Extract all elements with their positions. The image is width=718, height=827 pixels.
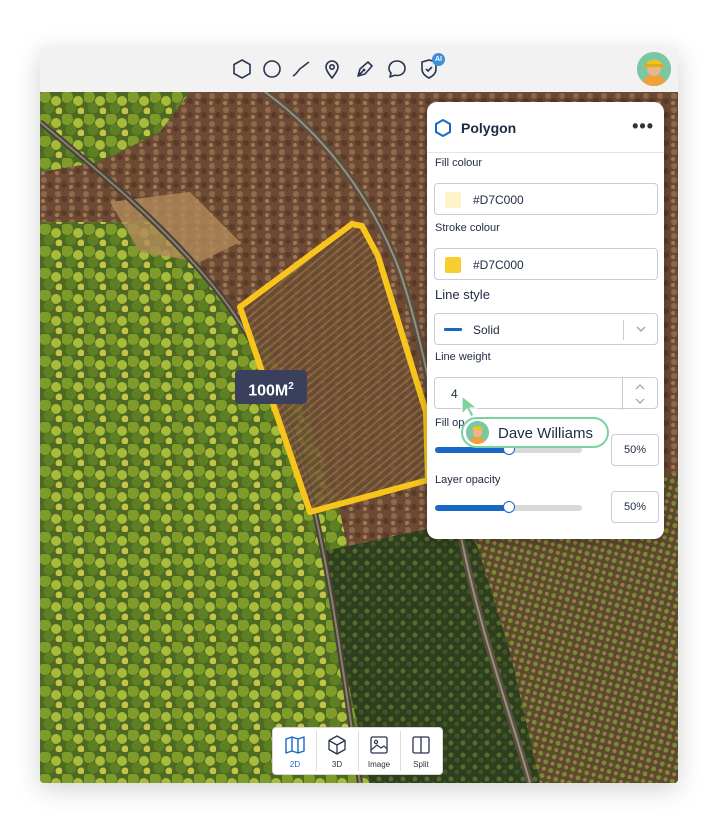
view-mode-split[interactable]: Split xyxy=(401,728,441,774)
hexagon-icon xyxy=(435,118,451,138)
select-divider xyxy=(623,320,624,340)
pen-icon[interactable] xyxy=(353,57,377,81)
fill-opacity-input[interactable]: 50% xyxy=(611,434,659,466)
hexagon-icon[interactable] xyxy=(230,57,254,81)
drawing-toolbar: AI xyxy=(40,47,678,93)
stroke-colour-input[interactable]: #D7C000 xyxy=(434,248,658,280)
line-weight-value: 4 xyxy=(451,387,458,401)
layer-opacity-label: Layer opacity xyxy=(435,474,501,486)
layer-opacity-slider-handle[interactable] xyxy=(503,501,515,513)
line-style-label: Line style xyxy=(435,287,490,302)
view-mode-label: Split xyxy=(413,760,429,769)
fill-colour-label: Fill colour xyxy=(435,157,483,169)
view-mode-label: Image xyxy=(367,760,391,769)
map-pin-icon[interactable] xyxy=(320,57,344,81)
image-icon xyxy=(370,736,388,754)
view-mode-label: 3D xyxy=(331,760,343,769)
stroke-colour-label: Stroke colour xyxy=(435,222,500,234)
line-weight-label: Line weight xyxy=(435,351,491,363)
collaborator-avatar xyxy=(466,421,489,444)
view-mode-label: 2D xyxy=(289,760,301,769)
cube-icon xyxy=(328,735,346,755)
view-mode-image[interactable]: Image xyxy=(359,728,399,774)
fill-colour-input[interactable]: #D7C000 xyxy=(434,183,658,215)
area-measurement-label: 100M2 xyxy=(235,370,307,404)
view-mode-2d[interactable]: 2D xyxy=(275,728,315,774)
line-style-value: Solid xyxy=(473,323,500,337)
collaborator-name: Dave Williams xyxy=(498,425,594,442)
comment-icon[interactable] xyxy=(385,57,409,81)
polygon-properties-panel: Polygon ••• Fill colour #D7C000 Stroke c… xyxy=(427,102,664,539)
stroke-colour-swatch[interactable] xyxy=(445,257,461,273)
panel-header: Polygon ••• xyxy=(427,102,664,153)
split-view-icon xyxy=(412,736,430,754)
more-options-button[interactable]: ••• xyxy=(632,116,654,137)
app-window: AI 100M2 Polygon ••• Fill colour #D7C000… xyxy=(40,47,678,783)
view-mode-switcher: 2D 3D Image Split xyxy=(272,727,443,775)
layer-opacity-slider[interactable] xyxy=(435,501,582,513)
stepper-down-icon[interactable] xyxy=(634,397,646,405)
solid-line-icon xyxy=(444,328,462,331)
circle-icon[interactable] xyxy=(260,57,284,81)
fill-colour-value: #D7C000 xyxy=(473,193,524,207)
stepper-up-icon[interactable] xyxy=(634,383,646,391)
layer-opacity-slider-fill xyxy=(435,505,509,511)
panel-title: Polygon xyxy=(461,120,517,136)
user-avatar[interactable] xyxy=(637,52,671,86)
line-style-select[interactable]: Solid xyxy=(434,313,658,345)
view-mode-3d[interactable]: 3D xyxy=(317,728,357,774)
map-icon xyxy=(285,736,305,754)
chevron-down-icon[interactable] xyxy=(635,323,647,335)
stroke-colour-value: #D7C000 xyxy=(473,258,524,272)
ai-badge: AI xyxy=(432,53,445,66)
layer-opacity-input[interactable]: 50% xyxy=(611,491,659,523)
line-icon[interactable] xyxy=(289,57,313,81)
fill-colour-swatch[interactable] xyxy=(445,192,461,208)
line-weight-stepper xyxy=(622,378,657,410)
shield-ai-icon[interactable]: AI xyxy=(417,53,445,81)
collaborator-presence-tag: Dave Williams xyxy=(461,417,609,448)
